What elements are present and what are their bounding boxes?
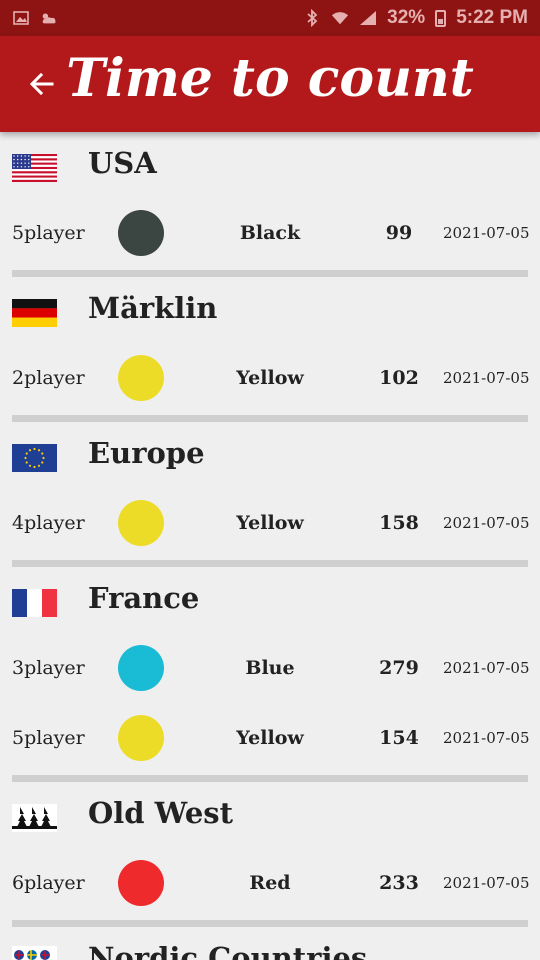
section-header[interactable]: USA: [0, 132, 540, 198]
player-color-label: Blue: [245, 657, 295, 679]
player-count: 6player: [12, 872, 85, 894]
player-color-label: Black: [239, 222, 301, 244]
score-row[interactable]: 4player Yellow 158 2021-07-05: [0, 488, 540, 558]
score-row[interactable]: 5player Black 99 2021-07-05: [0, 198, 540, 268]
app-title: Time to count: [66, 48, 474, 109]
bluetooth-icon: [303, 9, 321, 27]
section-divider: [12, 775, 528, 782]
weather-icon: [40, 10, 58, 26]
germany-flag-icon: [12, 299, 57, 327]
section-divider: [12, 415, 528, 422]
section-title: Märklin: [88, 291, 218, 325]
score-row[interactable]: 6player Red 233 2021-07-05: [0, 848, 540, 918]
section-title: France: [88, 581, 200, 615]
section-divider: [12, 560, 528, 567]
score-value: 158: [379, 512, 419, 534]
oldwest-flag-icon: [12, 804, 57, 832]
section-germany[interactable]: Märklin 2player Yellow 102 2021-07-05: [0, 277, 540, 422]
player-count: 5player: [12, 727, 85, 749]
score-value: 99: [385, 222, 413, 244]
score-value: 154: [379, 727, 419, 749]
nordic-flag-icon: [12, 946, 57, 960]
score-row[interactable]: 2player Yellow 102 2021-07-05: [0, 343, 540, 413]
score-date: 2021-07-05: [443, 659, 530, 677]
section-usa[interactable]: USA 5player Black 99 2021-07-05: [0, 132, 540, 277]
player-count: 5player: [12, 222, 85, 244]
section-title: USA: [88, 146, 157, 180]
section-header[interactable]: France: [0, 567, 540, 633]
section-divider: [12, 270, 528, 277]
france-flag-icon: [12, 589, 57, 617]
battery-icon: [435, 9, 447, 27]
player-color-dot: [118, 860, 164, 906]
app-bar: Time to count: [0, 36, 540, 132]
player-color-label: Yellow: [236, 512, 304, 534]
section-title: Nordic Countries: [88, 941, 368, 960]
image-notification-icon: [12, 10, 30, 26]
eu-flag-icon: [12, 444, 57, 472]
score-value: 279: [379, 657, 419, 679]
section-eu[interactable]: Europe 4player Yellow 158 2021-07-05: [0, 422, 540, 567]
score-row[interactable]: 5player Yellow 154 2021-07-05: [0, 703, 540, 773]
player-color-label: Yellow: [236, 367, 304, 389]
score-list[interactable]: USA 5player Black 99 2021-07-05 Märklin 2playe…: [0, 132, 540, 960]
section-nordic[interactable]: Nordic Countries: [0, 927, 540, 960]
section-title: Old West: [88, 796, 234, 830]
player-color-dot: [118, 645, 164, 691]
player-color-label: Red: [249, 872, 291, 894]
player-color-dot: [118, 715, 164, 761]
section-header[interactable]: Europe: [0, 422, 540, 488]
clock-time: 5:22 PM: [456, 7, 528, 28]
score-date: 2021-07-05: [443, 369, 530, 387]
battery-percent: 32%: [387, 7, 426, 28]
usa-flag-icon: [12, 154, 57, 182]
score-date: 2021-07-05: [443, 874, 530, 892]
player-count: 2player: [12, 367, 85, 389]
status-left: [12, 10, 58, 26]
section-title: Europe: [88, 436, 205, 470]
player-color-dot: [118, 210, 164, 256]
score-date: 2021-07-05: [443, 729, 530, 747]
section-france[interactable]: France 3player Blue 279 2021-07-05 5player Yel…: [0, 567, 540, 782]
score-date: 2021-07-05: [443, 224, 530, 242]
signal-icon: [359, 10, 377, 26]
player-color-label: Yellow: [236, 727, 304, 749]
section-oldwest[interactable]: Old West 6player Red 233 2021-07-05: [0, 782, 540, 927]
player-count: 3player: [12, 657, 85, 679]
score-value: 102: [379, 367, 419, 389]
score-value: 233: [379, 872, 419, 894]
section-divider: [12, 920, 528, 927]
wifi-icon: [331, 10, 349, 26]
player-color-dot: [118, 500, 164, 546]
section-header[interactable]: Märklin: [0, 277, 540, 343]
section-header[interactable]: Nordic Countries: [0, 927, 540, 960]
section-header[interactable]: Old West: [0, 782, 540, 848]
status-bar: 32% 5:22 PM: [0, 0, 540, 36]
score-date: 2021-07-05: [443, 514, 530, 532]
player-color-dot: [118, 355, 164, 401]
score-row[interactable]: 3player Blue 279 2021-07-05: [0, 633, 540, 703]
status-right: 32% 5:22 PM: [303, 7, 528, 29]
player-count: 4player: [12, 512, 85, 534]
